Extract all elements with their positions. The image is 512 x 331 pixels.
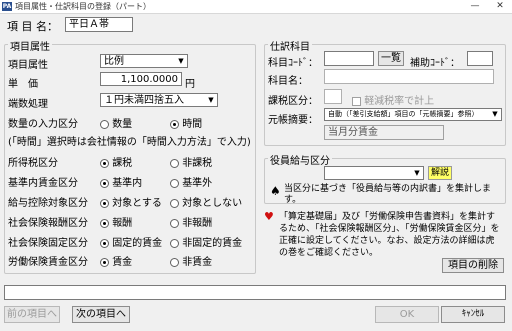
next-item-button[interactable]: 次の項目へ bbox=[72, 306, 130, 323]
tax-option-taxable[interactable]: 課税 bbox=[100, 154, 132, 169]
radio-button[interactable] bbox=[170, 178, 179, 188]
officer-group-title: 役員給与区分 bbox=[268, 152, 332, 167]
summary-select-value: 自動（「差引支給額」項目の「元帳摘要」参照） bbox=[328, 110, 479, 118]
qty-note: (「時間」選択時は会社情報の「時間入力方法」で入力) bbox=[8, 137, 251, 148]
labor-option-nonwage[interactable]: 非賃金 bbox=[170, 253, 212, 268]
spade-icon: ♠ bbox=[270, 184, 281, 198]
attributes-group-title: 項目属性 bbox=[8, 38, 52, 53]
base-label: 基準内賃金区分 bbox=[8, 178, 78, 189]
qty-option-quantity[interactable]: 数量 bbox=[100, 115, 132, 130]
attr-select[interactable]: 比例 ▼ bbox=[100, 54, 188, 68]
radio-button-selected[interactable] bbox=[100, 238, 109, 248]
chevron-down-icon: ▼ bbox=[414, 169, 420, 177]
labor-option-wage[interactable]: 賃金 bbox=[100, 253, 132, 268]
radio-button[interactable] bbox=[170, 257, 179, 267]
chevron-down-icon: ▼ bbox=[490, 109, 500, 119]
item-name-label: 項 目 名： bbox=[7, 20, 58, 33]
radio-button-selected[interactable] bbox=[100, 158, 109, 168]
chevron-down-icon: ▼ bbox=[178, 57, 184, 65]
employ-option-nonfixed[interactable]: 非固定的賃金 bbox=[170, 234, 242, 249]
tax-option-nontaxable[interactable]: 非課税 bbox=[170, 154, 212, 169]
radio-button[interactable] bbox=[170, 238, 179, 248]
employ-option-fixed[interactable]: 固定的賃金 bbox=[100, 234, 162, 249]
sub-code-field[interactable] bbox=[467, 51, 493, 66]
prev-item-button[interactable]: 前の項目へ bbox=[4, 306, 60, 323]
price-field[interactable]: 1,100.0000 bbox=[100, 72, 182, 86]
social-option-pay[interactable]: 報酬 bbox=[100, 214, 132, 229]
rounding-select[interactable]: １円未満四捨五入 ▼ bbox=[100, 93, 218, 107]
tax-class-field[interactable] bbox=[324, 89, 342, 104]
rounding-select-value: １円未満四捨五入 bbox=[104, 95, 184, 106]
price-label: 単 価 bbox=[8, 79, 38, 90]
message-field bbox=[4, 285, 506, 300]
cancel-button[interactable]: ｷｬﾝｾﾙ bbox=[441, 306, 505, 323]
reduced-rate-option[interactable]: 軽減税率で計上 bbox=[352, 92, 434, 107]
deduct-option-yes[interactable]: 対象とする bbox=[100, 194, 162, 209]
radio-button[interactable] bbox=[170, 158, 179, 168]
radio-button-selected[interactable] bbox=[100, 178, 109, 188]
radio-button[interactable] bbox=[170, 198, 179, 208]
attr-label: 項目属性 bbox=[8, 60, 48, 71]
base-option-out[interactable]: 基準外 bbox=[170, 174, 212, 189]
rounding-label: 端数処理 bbox=[8, 99, 48, 110]
attr-select-value: 比例 bbox=[104, 56, 124, 67]
base-option-in[interactable]: 基準内 bbox=[100, 174, 142, 189]
radio-button-selected[interactable] bbox=[170, 119, 179, 129]
journal-group-title: 仕訳科目 bbox=[268, 38, 312, 53]
item-name-field[interactable]: 平日Ａ帯 bbox=[65, 17, 133, 32]
radio-button[interactable] bbox=[170, 218, 179, 228]
window-title: 項目属性・仕訳科目の登録（パート） bbox=[15, 2, 151, 11]
price-unit: 円 bbox=[185, 79, 195, 90]
app-icon: PA bbox=[2, 2, 12, 11]
summary-label: 元帳摘要： bbox=[268, 115, 318, 126]
explain-button[interactable]: 解説 bbox=[428, 166, 452, 180]
minimize-button[interactable]: — bbox=[464, 0, 486, 13]
account-code-field[interactable] bbox=[324, 51, 374, 66]
social-option-nonpay[interactable]: 非報酬 bbox=[170, 214, 212, 229]
ok-button[interactable]: OK bbox=[375, 306, 439, 323]
officer-select[interactable]: ▼ bbox=[324, 166, 424, 180]
reduced-rate-checkbox[interactable] bbox=[352, 96, 361, 106]
notice-text: 「算定基礎届」及び「労働保険申告書資料」を集計するため、「社会保険報酬区分」、「… bbox=[279, 212, 500, 258]
month-summary-field: 当月分賃金 bbox=[324, 125, 444, 140]
qty-label: 数量の入力区分 bbox=[8, 119, 78, 130]
social-label: 社会保険報酬区分 bbox=[8, 218, 88, 229]
radio-button-selected[interactable] bbox=[100, 198, 109, 208]
deduct-option-no[interactable]: 対象としない bbox=[170, 194, 242, 209]
employ-label: 社会保険固定区分 bbox=[8, 238, 88, 249]
delete-item-button[interactable]: 項目の削除 bbox=[442, 258, 504, 273]
qty-option-time[interactable]: 時間 bbox=[170, 115, 202, 130]
radio-button-selected[interactable] bbox=[100, 218, 109, 228]
tax-label: 所得税区分 bbox=[8, 158, 58, 169]
deduct-label: 給与控除対象区分 bbox=[8, 198, 88, 209]
chevron-down-icon: ▼ bbox=[208, 96, 214, 104]
account-name-field bbox=[324, 69, 494, 84]
account-list-button[interactable]: 一覧 bbox=[378, 51, 404, 66]
heart-icon: ♥ bbox=[264, 210, 274, 223]
labor-label: 労働保険賃金区分 bbox=[8, 257, 88, 268]
title-bar: PA 項目属性・仕訳科目の登録（パート） — ✕ bbox=[0, 0, 512, 14]
summary-select[interactable]: 自動（「差引支給額」項目の「元帳摘要」参照） ▼ bbox=[324, 108, 502, 121]
radio-button-selected[interactable] bbox=[100, 257, 109, 267]
account-name-label: 科目名： bbox=[268, 76, 308, 87]
officer-note: 当区分に基づき「役員給与等の内訳書」を集計します。 bbox=[284, 184, 492, 205]
sub-code-label: 補助ｺｰﾄﾞ： bbox=[410, 58, 460, 69]
radio-button[interactable] bbox=[100, 119, 109, 129]
tax-class-label: 課税区分： bbox=[268, 96, 318, 107]
account-code-label: 科目ｺｰﾄﾞ： bbox=[268, 58, 318, 69]
close-button[interactable]: ✕ bbox=[489, 0, 511, 13]
